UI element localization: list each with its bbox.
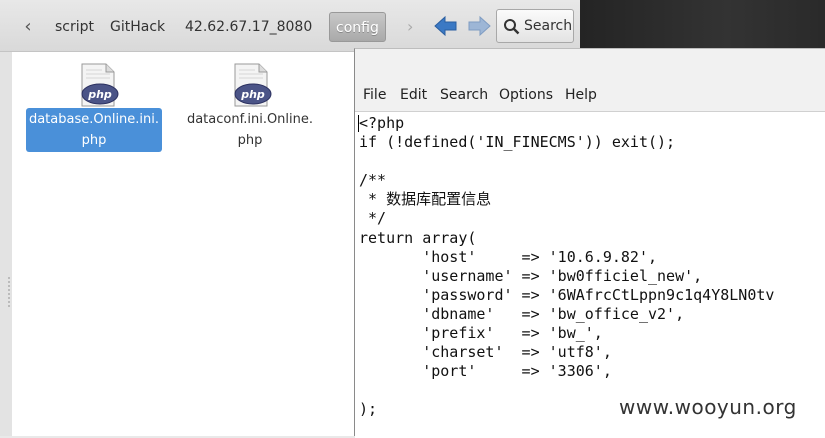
file-name-line2: php xyxy=(81,133,107,148)
svg-text:php: php xyxy=(87,88,112,101)
watermark: www.wooyun.org xyxy=(619,395,797,419)
sidebar-edge xyxy=(0,52,12,436)
code-line: 'username' => 'bw0fficiel_new', xyxy=(359,266,703,285)
file-manager-toolbar: ‹ script GitHack 42.62.67.17_8080 config… xyxy=(0,0,580,52)
code-line: <?php xyxy=(359,114,405,132)
svg-text:php: php xyxy=(240,88,265,101)
file-name-database-online: database.Online.ini. php xyxy=(26,108,162,152)
code-line: 'dbname' => 'bw_office_v2', xyxy=(359,304,685,323)
back-button[interactable]: ‹ xyxy=(14,11,42,43)
resize-grip[interactable] xyxy=(8,277,10,307)
background-window-strip xyxy=(580,0,825,48)
code-line: 'prefix' => 'bw_', xyxy=(359,324,603,343)
code-content[interactable]: <?php if (!defined('IN_FINECMS')) exit();… xyxy=(359,114,774,420)
editor-text-area[interactable]: <?php if (!defined('IN_FINECMS')) exit();… xyxy=(355,111,825,438)
breadcrumb-script[interactable]: script xyxy=(55,12,94,42)
code-line: */ xyxy=(359,209,387,228)
arrow-forward-icon[interactable] xyxy=(467,15,491,37)
code-line: * 数据库配置信息 xyxy=(359,190,492,209)
breadcrumb-ip-folder[interactable]: 42.62.67.17_8080 xyxy=(185,12,312,42)
arrow-back-icon[interactable] xyxy=(434,15,458,37)
code-line: 'password' => '6WAfrcCtLppn9c1q4Y8LN0tv xyxy=(359,285,775,304)
file-grid: php database.Online.ini. php php datacon… xyxy=(12,52,355,436)
code-line: 'charset' => 'utf8', xyxy=(359,343,612,362)
menu-bar: File Edit Search Options Help xyxy=(355,49,825,111)
code-line: return array( xyxy=(359,228,477,247)
menu-help[interactable]: Help xyxy=(565,87,597,103)
text-editor-window: File Edit Search Options Help <?php if (!… xyxy=(354,48,825,438)
search-button[interactable]: Search xyxy=(496,9,574,43)
chevron-left-icon: ‹ xyxy=(24,16,32,37)
menu-search[interactable]: Search xyxy=(440,87,488,103)
menu-options[interactable]: Options xyxy=(499,87,553,103)
file-name-line1: database.Online.ini. xyxy=(28,112,160,127)
file-name-dataconf-online: dataconf.ini.Online. php xyxy=(182,108,318,152)
breadcrumb-githack[interactable]: GitHack xyxy=(110,12,165,42)
menu-file[interactable]: File xyxy=(363,87,386,103)
search-icon xyxy=(504,19,520,35)
file-name-line2: php xyxy=(237,133,263,148)
chevron-right-icon[interactable]: › xyxy=(407,12,413,42)
file-name-line1: dataconf.ini.Online. xyxy=(186,112,314,127)
code-line: 'host' => '10.6.9.82', xyxy=(359,247,658,266)
php-file-icon: php xyxy=(81,63,119,107)
code-line: /** xyxy=(359,171,387,190)
code-line: 'port' => '3306', xyxy=(359,362,612,381)
search-button-label: Search xyxy=(524,18,573,34)
code-line: if (!defined('IN_FINECMS')) exit(); xyxy=(359,133,676,152)
breadcrumb-config[interactable]: config xyxy=(329,12,386,42)
menu-edit[interactable]: Edit xyxy=(400,87,427,103)
php-file-icon: php xyxy=(234,63,272,107)
